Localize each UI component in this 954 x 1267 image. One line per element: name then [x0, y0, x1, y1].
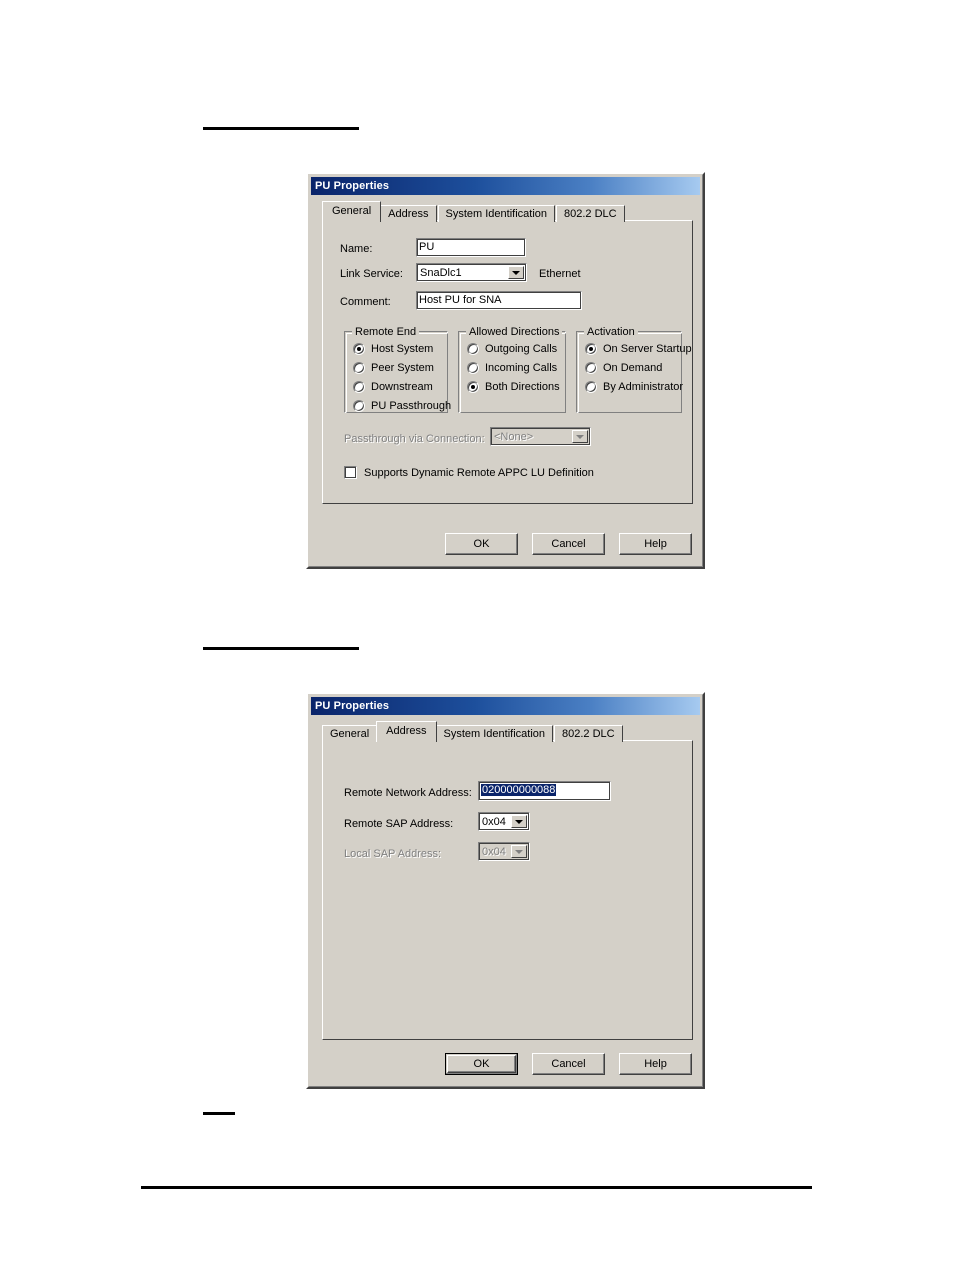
redacted-heading-bar-2: [203, 647, 359, 650]
activation-title: Activation: [584, 326, 638, 338]
tab-802-2-dlc[interactable]: 802.2 DLC: [554, 725, 623, 742]
radio-on-server-startup[interactable]: On Server Startup: [585, 343, 692, 355]
pu-properties-dialog-address: PU Properties General Address System Ide…: [306, 692, 705, 1089]
remote-network-address-value: 020000000088: [481, 784, 557, 796]
link-service-type-label: Ethernet: [539, 268, 581, 280]
radio-indicator: [585, 343, 597, 355]
radio-label: On Demand: [603, 362, 663, 374]
ok-button[interactable]: OK: [445, 1053, 518, 1075]
radio-label: PU Passthrough: [371, 400, 452, 412]
remote-sap-address-value: 0x04: [482, 815, 506, 828]
ok-button[interactable]: OK: [445, 533, 518, 555]
passthrough-via-connection-label: Passthrough via Connection:: [344, 433, 485, 445]
local-sap-address-label: Local SAP Address:: [344, 848, 442, 860]
name-input[interactable]: PU: [416, 238, 526, 257]
tab-general[interactable]: General: [322, 725, 378, 742]
link-service-combobox[interactable]: SnaDlc1: [416, 263, 527, 282]
radio-label: Both Directions: [485, 381, 560, 393]
passthrough-via-connection-combobox: <None>: [490, 427, 591, 446]
remote-sap-address-label: Remote SAP Address:: [344, 818, 454, 830]
radio-indicator: [467, 343, 479, 355]
activation-groupbox: Activation On Server Startup On Demand B…: [576, 326, 692, 413]
radio-pu-passthrough[interactable]: PU Passthrough: [353, 400, 451, 412]
redacted-heading-bar-1: [203, 127, 359, 130]
radio-downstream[interactable]: Downstream: [353, 381, 433, 393]
tab-system-identification[interactable]: System Identification: [435, 725, 553, 742]
tab-802-2-dlc[interactable]: 802.2 DLC: [556, 205, 625, 222]
link-service-label: Link Service:: [340, 268, 403, 280]
remote-end-title: Remote End: [352, 326, 420, 338]
radio-peer-system[interactable]: Peer System: [353, 362, 434, 374]
comment-label: Comment:: [340, 296, 391, 308]
radio-label: Peer System: [371, 362, 434, 374]
redacted-heading-bar-3: [203, 1112, 235, 1115]
tabstrip: General Address System Identification 80…: [322, 721, 624, 742]
radio-outgoing-calls[interactable]: Outgoing Calls: [467, 343, 557, 355]
radio-indicator: [353, 343, 365, 355]
help-button[interactable]: Help: [619, 1053, 692, 1075]
radio-indicator: [585, 381, 597, 393]
help-button[interactable]: Help: [619, 533, 692, 555]
radio-indicator: [585, 362, 597, 374]
cancel-button[interactable]: Cancel: [532, 1053, 605, 1075]
tabstrip: General Address System Identification 80…: [322, 201, 626, 222]
radio-by-administrator[interactable]: By Administrator: [585, 381, 683, 393]
tab-panel-general: Name: PU Link Service: SnaDlc1 Ethernet …: [322, 220, 693, 504]
radio-on-demand[interactable]: On Demand: [585, 362, 662, 374]
radio-label: Host System: [371, 343, 434, 355]
checkbox-indicator: [344, 466, 357, 479]
tab-panel-address: Remote Network Address: 020000000088 Rem…: [322, 740, 693, 1040]
radio-label: On Server Startup: [603, 343, 692, 355]
remote-network-address-label: Remote Network Address:: [344, 787, 472, 799]
comment-input[interactable]: Host PU for SNA: [416, 291, 582, 310]
tab-address[interactable]: Address: [376, 721, 437, 742]
radio-indicator: [353, 400, 365, 412]
window-title: PU Properties: [315, 180, 390, 192]
window-title: PU Properties: [315, 700, 390, 712]
name-label: Name:: [340, 243, 373, 255]
remote-sap-address-combobox[interactable]: 0x04: [478, 812, 530, 831]
link-service-value: SnaDlc1: [420, 266, 462, 279]
titlebar[interactable]: PU Properties: [311, 177, 700, 195]
pu-properties-dialog-general: PU Properties General Address System Ide…: [306, 172, 705, 569]
local-sap-address-value: 0x04: [482, 845, 506, 858]
tab-general[interactable]: General: [322, 201, 382, 222]
chevron-down-icon[interactable]: [511, 815, 527, 828]
titlebar[interactable]: PU Properties: [311, 697, 700, 715]
checkbox-label: Supports Dynamic Remote APPC LU Definiti…: [364, 466, 594, 479]
allowed-directions-groupbox: Allowed Directions Outgoing Calls Incomi…: [458, 326, 566, 413]
radio-both-directions[interactable]: Both Directions: [467, 381, 560, 393]
chevron-down-icon: [572, 430, 588, 443]
tab-system-identification[interactable]: System Identification: [437, 205, 555, 222]
radio-indicator: [353, 381, 365, 393]
supports-dynamic-remote-appc-lu-checkbox[interactable]: Supports Dynamic Remote APPC LU Definiti…: [344, 466, 594, 479]
radio-label: Incoming Calls: [485, 362, 558, 374]
remote-end-groupbox: Remote End Host System Peer System Downs…: [344, 326, 451, 413]
radio-indicator: [467, 381, 479, 393]
cancel-button[interactable]: Cancel: [532, 533, 605, 555]
allowed-directions-title: Allowed Directions: [466, 326, 563, 338]
chevron-down-icon[interactable]: [508, 266, 524, 279]
radio-indicator: [353, 362, 365, 374]
radio-label: By Administrator: [603, 381, 684, 393]
radio-label: Downstream: [371, 381, 433, 393]
local-sap-address-combobox: 0x04: [478, 842, 530, 861]
tab-address[interactable]: Address: [380, 205, 437, 222]
remote-network-address-input[interactable]: 020000000088: [478, 781, 611, 801]
radio-label: Outgoing Calls: [485, 343, 558, 355]
footer-rule: [141, 1186, 812, 1189]
radio-host-system[interactable]: Host System: [353, 343, 433, 355]
chevron-down-icon: [511, 845, 527, 858]
radio-incoming-calls[interactable]: Incoming Calls: [467, 362, 557, 374]
passthrough-value: <None>: [494, 430, 534, 443]
radio-indicator: [467, 362, 479, 374]
